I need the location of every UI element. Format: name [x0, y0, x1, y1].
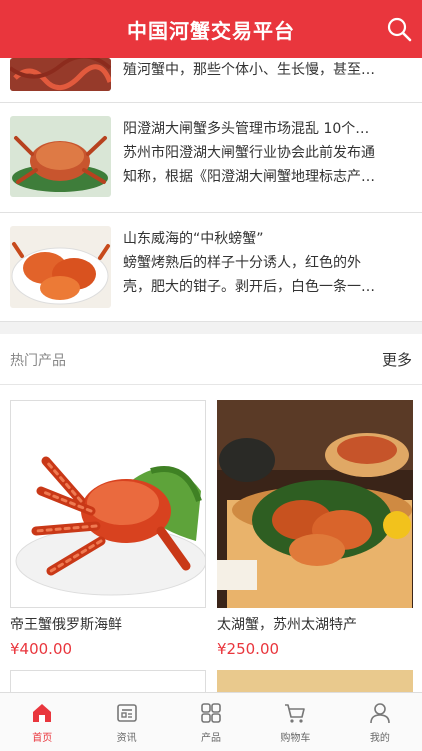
- hot-products-header: 热门产品 更多: [0, 334, 422, 385]
- product-image: [10, 670, 206, 692]
- news-item[interactable]: 山东威海的“中秋螃蟹” 螃蟹烤熟后的样子十分诱人，红色的外 壳，肥大的钳子。剥开…: [0, 213, 422, 322]
- tab-label: 购物车: [280, 733, 311, 744]
- news-thumbnail: [10, 58, 111, 91]
- news-line: 螃蟹烤熟后的样子十分诱人，红色的外: [123, 255, 361, 271]
- product-card[interactable]: 帝王蟹俄罗斯海鲜 ¥400.00: [10, 400, 206, 658]
- grid-icon: [201, 703, 221, 723]
- news-title: 阳澄湖大闸蟹多头管理市场混乱 10个…: [123, 121, 370, 137]
- bottom-tab-bar: 首页 资讯 产品 购物车 我的: [0, 692, 422, 751]
- tab-products[interactable]: 产品: [169, 693, 253, 751]
- home-icon: [33, 704, 52, 722]
- product-card[interactable]: 太湖蟹，苏州太湖特产 ¥250.00: [217, 400, 413, 658]
- tab-cart[interactable]: 购物车: [253, 693, 337, 751]
- product-image: [217, 670, 413, 692]
- news-thumbnail: [10, 116, 111, 197]
- news-title: 山东威海的“中秋螃蟹”: [123, 231, 264, 247]
- product-card[interactable]: [10, 670, 206, 692]
- page-title: 中国河蟹交易平台: [127, 18, 295, 43]
- tab-label: 我的: [369, 733, 390, 744]
- section-title: 热门产品: [10, 353, 66, 369]
- news-line: 苏州市阳澄湖大闸蟹行业协会此前发布通: [123, 145, 375, 161]
- more-link[interactable]: 更多: [382, 349, 412, 370]
- content-scroll[interactable]: 殖河蟹中，那些个体小、生长慢，甚至… 阳澄湖大闸蟹多头管理市场混乱 10个… 苏…: [0, 58, 422, 692]
- product-grid: 帝王蟹俄罗斯海鲜 ¥400.00 太湖蟹，苏州太湖特产 ¥250.00: [0, 385, 422, 692]
- search-icon[interactable]: [384, 14, 414, 44]
- product-image: [217, 400, 413, 608]
- tab-label: 产品: [201, 733, 222, 744]
- cart-icon: [285, 704, 306, 723]
- tab-news[interactable]: 资讯: [84, 693, 168, 751]
- user-icon: [370, 703, 390, 724]
- news-icon: [116, 704, 137, 722]
- product-card[interactable]: [217, 670, 413, 692]
- product-image: [10, 400, 206, 608]
- tab-me[interactable]: 我的: [338, 693, 422, 751]
- news-list: 殖河蟹中，那些个体小、生长慢，甚至… 阳澄湖大闸蟹多头管理市场混乱 10个… 苏…: [0, 58, 422, 322]
- news-line: 知称，根据《阳澄湖大闸蟹地理标志产…: [123, 169, 375, 185]
- app-header: 中国河蟹交易平台: [0, 0, 422, 58]
- news-item[interactable]: 阳澄湖大闸蟹多头管理市场混乱 10个… 苏州市阳澄湖大闸蟹行业协会此前发布通 知…: [0, 103, 422, 213]
- news-line: 殖河蟹中，那些个体小、生长慢，甚至…: [123, 62, 375, 78]
- product-price: ¥400.00: [10, 640, 73, 658]
- section-gap: [0, 322, 422, 334]
- tab-label: 资讯: [116, 733, 137, 744]
- tab-label: 首页: [32, 733, 53, 744]
- news-line: 壳，肥大的钳子。剥开后，白色一条一…: [123, 279, 375, 295]
- product-price: ¥250.00: [217, 640, 280, 658]
- product-name: 帝王蟹俄罗斯海鲜: [10, 617, 122, 633]
- news-thumbnail: [10, 226, 111, 308]
- tab-home[interactable]: 首页: [0, 693, 84, 751]
- news-item[interactable]: 殖河蟹中，那些个体小、生长慢，甚至…: [0, 58, 422, 103]
- product-name: 太湖蟹，苏州太湖特产: [217, 617, 357, 633]
